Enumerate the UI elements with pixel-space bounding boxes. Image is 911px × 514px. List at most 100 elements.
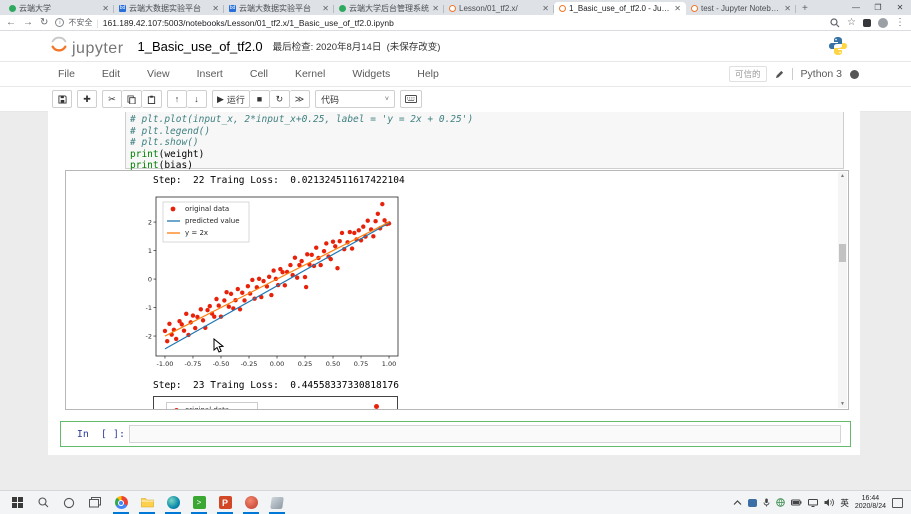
minimize-button[interactable]: —	[845, 0, 867, 15]
browser-tab-5[interactable]: 1_Basic_use_of_tf2.0 - Jupyter✕	[554, 2, 686, 15]
green-favicon-icon	[9, 5, 16, 12]
ime-language-indicator[interactable]: 英	[840, 497, 849, 509]
reload-icon[interactable]: ↻	[40, 17, 48, 28]
code-line: print(weight)	[130, 149, 843, 161]
tab-title: test - Jupyter Notebook	[701, 4, 781, 13]
taskbar-app-gray-icon[interactable]	[266, 492, 288, 514]
move-cell-up-button[interactable]: ↑	[167, 90, 187, 108]
battery-icon[interactable]	[791, 499, 802, 506]
bookmark-star-icon[interactable]: ☆	[847, 17, 856, 28]
new-tab-button[interactable]: +	[802, 3, 808, 14]
browser-menu-icon[interactable]: ⋮	[895, 17, 905, 28]
zoom-icon[interactable]	[830, 18, 840, 28]
taskbar-file-explorer-icon[interactable]	[136, 492, 158, 514]
code-cell-input[interactable]: # plt.plot(input_x, 2*input_x+0.25, labe…	[125, 112, 844, 169]
taskbar-powerpoint-icon[interactable]: P	[214, 492, 236, 514]
paste-cell-button[interactable]	[142, 90, 162, 108]
menu-help[interactable]: Help	[417, 68, 439, 80]
browser-tab-6[interactable]: test - Jupyter Notebook✕	[686, 2, 796, 15]
maximize-button[interactable]: ❐	[867, 0, 889, 15]
output-step22-text: Step: 22 Traing Loss: 0.0213245116174221…	[153, 175, 405, 186]
menu-widgets[interactable]: Widgets	[352, 68, 390, 80]
clock-time: 16:44	[855, 495, 886, 503]
taskbar-chrome-icon[interactable]	[110, 492, 132, 514]
taskbar-cortana-icon[interactable]	[58, 492, 80, 514]
forward-icon[interactable]: →	[23, 17, 33, 28]
tab-title: 云端大学	[19, 3, 99, 14]
restart-kernel-button[interactable]: ↻	[270, 90, 290, 108]
jupyter-favicon-icon	[691, 5, 698, 12]
menu-cell[interactable]: Cell	[250, 68, 268, 80]
notebook-title[interactable]: 1_Basic_use_of_tf2.0	[138, 39, 263, 54]
action-center-icon[interactable]	[892, 498, 903, 508]
bd-favicon-icon: bd	[119, 5, 126, 12]
code-editor-input[interactable]	[129, 425, 841, 443]
trusted-badge[interactable]: 可信的	[729, 66, 767, 82]
browser-tab-4[interactable]: Lesson/01_tf2.x/✕	[444, 2, 554, 15]
command-palette-button[interactable]	[400, 90, 422, 108]
run-cell-button[interactable]: ▶ 运行	[212, 90, 250, 108]
display-icon[interactable]	[808, 499, 818, 507]
menu-view[interactable]: View	[147, 68, 170, 80]
volume-icon[interactable]	[824, 498, 834, 507]
taskbar-app-red-icon[interactable]	[240, 492, 262, 514]
site-info-icon[interactable]: i	[55, 18, 64, 27]
taskbar-clock[interactable]: 16:44 2020/8/24	[855, 495, 886, 511]
restart-run-all-button[interactable]: ≫	[290, 90, 310, 108]
save-button[interactable]	[52, 90, 72, 108]
output-scrollbar-thumb[interactable]	[839, 244, 846, 262]
taskbar-start-icon[interactable]	[6, 492, 28, 514]
tab-close-icon[interactable]: ✕	[674, 4, 681, 13]
add-cell-button[interactable]: ✚	[77, 90, 97, 108]
cell-type-dropdown[interactable]: 代码˅	[315, 90, 395, 108]
browser-tab-3[interactable]: 云端大学后台管理系统✕	[334, 2, 444, 15]
output-area: Step: 22 Traing Loss: 0.0213245116174221…	[65, 170, 849, 410]
tab-close-icon[interactable]: ✕	[432, 4, 439, 13]
browser-tab-2[interactable]: bd云端大数据实验平台✕	[224, 2, 334, 15]
menu-file[interactable]: File	[58, 68, 75, 80]
extension-icon[interactable]	[863, 19, 871, 27]
taskbar-search-icon[interactable]	[32, 492, 54, 514]
cut-cell-button[interactable]: ✂	[102, 90, 122, 108]
window-controls: — ❐ ✕	[845, 0, 911, 15]
close-button[interactable]: ✕	[889, 0, 911, 15]
copy-cell-button[interactable]	[122, 90, 142, 108]
notebook-toolbar: ✚ ✂ ↑ ↓ ▶ 运行 ■ ↻ ≫ 代码˅	[0, 87, 911, 112]
menu-kernel[interactable]: Kernel	[295, 68, 325, 80]
scroll-down-icon[interactable]: ▼	[838, 401, 847, 407]
interrupt-kernel-button[interactable]: ■	[250, 90, 270, 108]
network-globe-icon[interactable]	[776, 498, 785, 507]
system-tray: 英 16:44 2020/8/24	[733, 495, 911, 511]
code-line: # plt.plot(input_x, 2*input_x+0.25, labe…	[130, 114, 843, 126]
microphone-icon[interactable]	[763, 498, 770, 507]
tray-app-icon[interactable]	[748, 499, 757, 507]
browser-tab-0[interactable]: 云端大学✕	[4, 2, 114, 15]
taskbar-edge-icon[interactable]	[162, 492, 184, 514]
svg-text:-1: -1	[146, 304, 152, 312]
taskbar-task-view-icon[interactable]	[84, 492, 106, 514]
back-icon[interactable]: ←	[6, 17, 16, 28]
browser-tab-strip: 云端大学✕bd云端大数据实验平台✕bd云端大数据实验平台✕云端大学后台管理系统✕…	[0, 0, 911, 15]
tab-close-icon[interactable]: ✕	[212, 4, 219, 13]
code-line: # plt.legend()	[130, 126, 843, 138]
green-favicon-icon	[339, 5, 346, 12]
tab-close-icon[interactable]: ✕	[542, 4, 549, 13]
taskbar-xshell-icon[interactable]: >	[188, 492, 210, 514]
empty-code-cell[interactable]: In [ ]:	[60, 421, 851, 447]
profile-avatar[interactable]	[878, 18, 888, 28]
jupyter-logo[interactable]: jupyter	[50, 35, 124, 58]
svg-text:original data: original data	[185, 205, 229, 213]
kernel-name: Python 3	[792, 68, 842, 80]
menu-insert[interactable]: Insert	[197, 68, 223, 80]
scroll-up-icon[interactable]: ▲	[838, 173, 847, 179]
move-cell-down-button[interactable]: ↓	[187, 90, 207, 108]
output-scrollbar[interactable]: ▲ ▼	[838, 172, 847, 408]
tab-close-icon[interactable]: ✕	[784, 4, 791, 13]
menu-edit[interactable]: Edit	[102, 68, 120, 80]
tab-close-icon[interactable]: ✕	[102, 4, 109, 13]
tray-chevron-up-icon[interactable]	[733, 499, 742, 506]
address-bar[interactable]: i 不安全 | 161.189.42.107:5003/notebooks/Le…	[55, 17, 823, 29]
tab-close-icon[interactable]: ✕	[322, 4, 329, 13]
browser-tab-1[interactable]: bd云端大数据实验平台✕	[114, 2, 224, 15]
svg-text:-0.75: -0.75	[185, 360, 202, 368]
